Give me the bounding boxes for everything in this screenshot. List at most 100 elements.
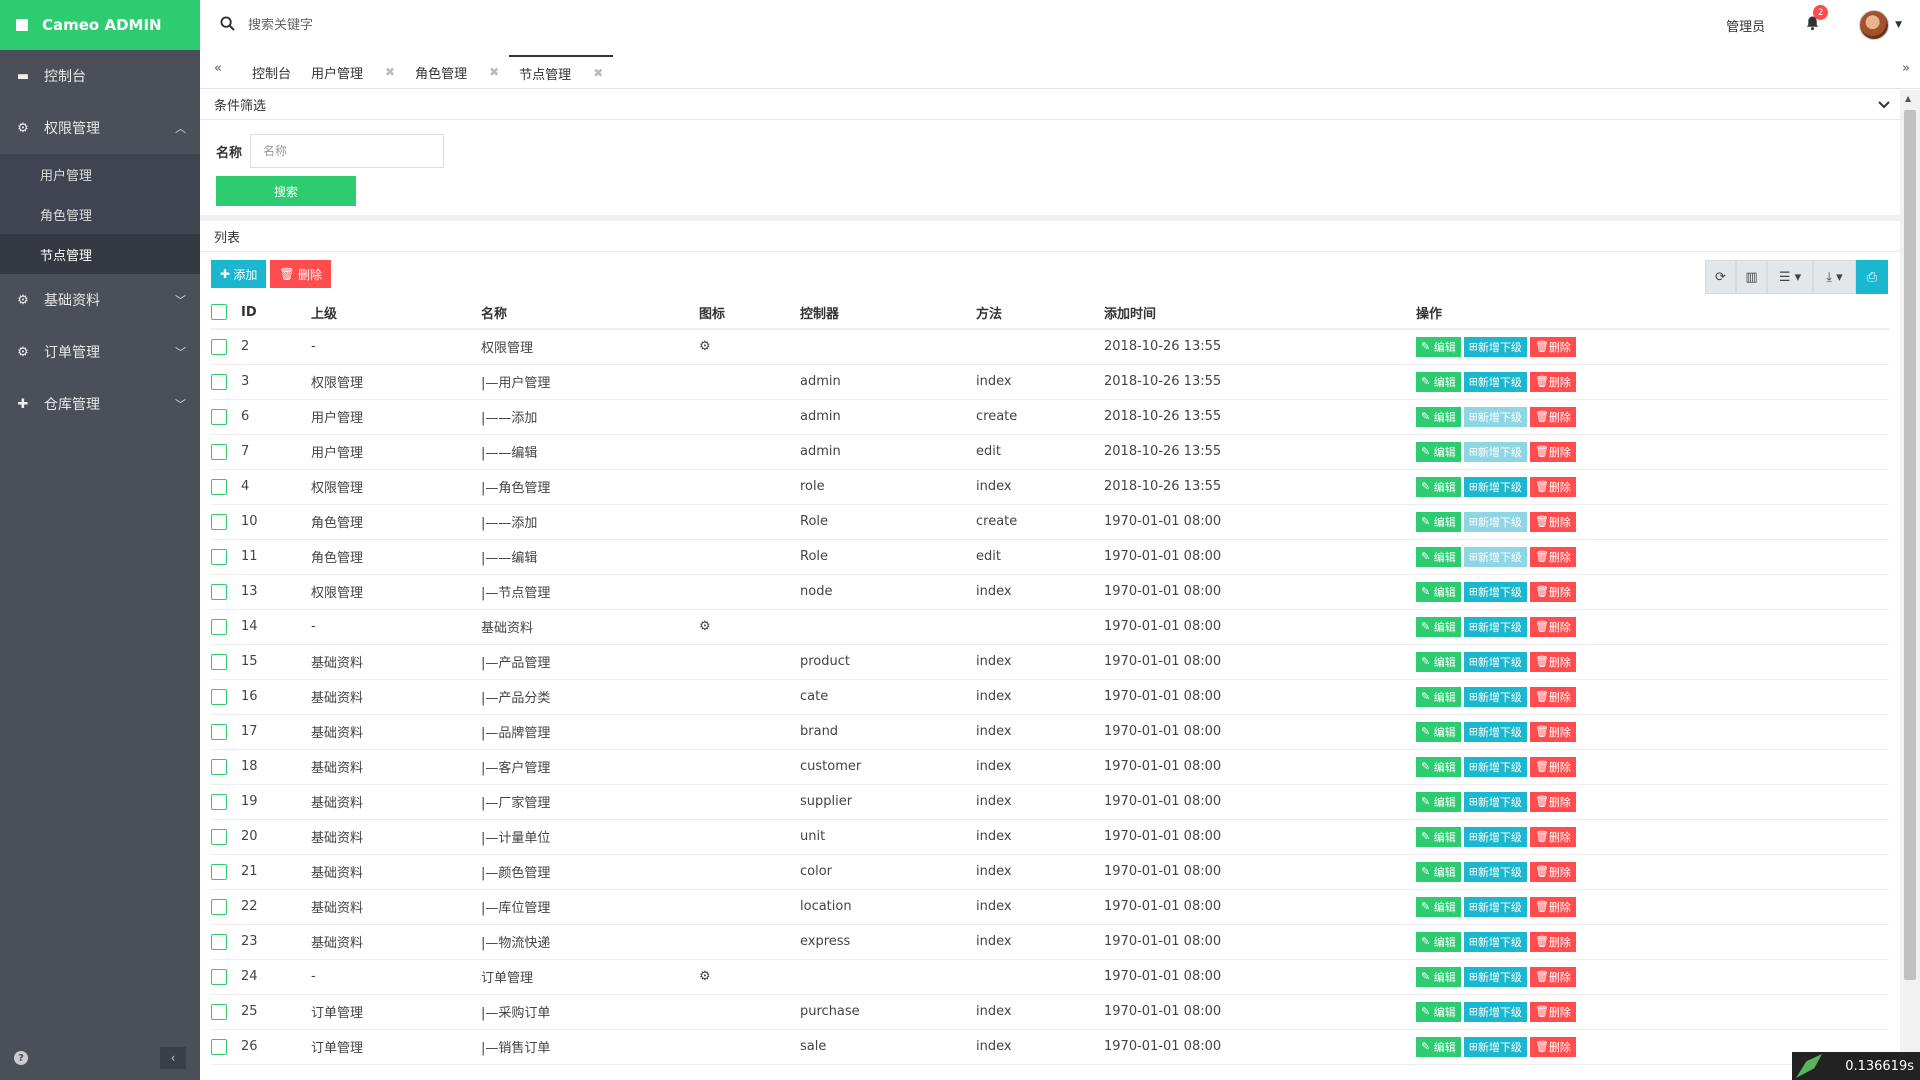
add-child-button[interactable]: ⊞ 新增下级 — [1463, 966, 1527, 987]
row-checkbox[interactable] — [211, 478, 227, 495]
add-child-button[interactable]: ⊞ 新增下级 — [1463, 651, 1527, 672]
close-icon[interactable]: ✖ — [593, 66, 603, 80]
tab-dashboard[interactable]: 控制台 — [242, 55, 301, 89]
row-checkbox[interactable] — [211, 1003, 227, 1020]
edit-button[interactable]: ✎ 编辑 — [1416, 896, 1461, 917]
add-child-button[interactable]: ⊞ 新增下级 — [1463, 406, 1527, 427]
edit-button[interactable]: ✎ 编辑 — [1416, 1001, 1461, 1022]
tab-scroll-left-icon[interactable]: « — [214, 61, 222, 76]
row-checkbox[interactable] — [211, 653, 227, 670]
table-row[interactable]: 11 角色管理 |——编辑 Role edit 1970-01-01 08:00 ✎ 编辑 ⊞… — [211, 539, 1889, 575]
delete-row-button[interactable]: 🗑 删除 — [1529, 336, 1576, 357]
columns-toggle-icon[interactable]: ▥ — [1736, 260, 1767, 294]
table-row[interactable]: 25 订单管理 |—采购订单 purchase index 1970-01-01 08:0… — [211, 994, 1889, 1030]
edit-button[interactable]: ✎ 编辑 — [1416, 406, 1461, 427]
table-row[interactable]: 13 权限管理 |—节点管理 node index 1970-01-01 08:00 ✎ 编… — [211, 574, 1889, 610]
edit-button[interactable]: ✎ 编辑 — [1416, 581, 1461, 602]
row-checkbox[interactable] — [211, 548, 227, 565]
edit-button[interactable]: ✎ 编辑 — [1416, 616, 1461, 637]
column-header[interactable]: 名称 — [481, 296, 699, 330]
row-checkbox[interactable] — [211, 443, 227, 460]
help-icon[interactable]: ? — [14, 1051, 28, 1065]
add-child-button[interactable]: ⊞ 新增下级 — [1463, 371, 1527, 392]
add-child-button[interactable]: ⊞ 新增下级 — [1463, 1001, 1527, 1022]
table-row[interactable]: 26 订单管理 |—销售订单 sale index 1970-01-01 08:00 ✎ 编… — [211, 1029, 1889, 1065]
delete-row-button[interactable]: 🗑 删除 — [1529, 1001, 1576, 1022]
sidebar-item-roles[interactable]: 角色管理 — [0, 194, 200, 234]
sidebar-item-orders[interactable]: ⚙ 订单管理 ﹀ — [0, 326, 200, 378]
edit-button[interactable]: ✎ 编辑 — [1416, 546, 1461, 567]
edit-button[interactable]: ✎ 编辑 — [1416, 966, 1461, 987]
row-checkbox[interactable] — [211, 618, 227, 635]
row-checkbox[interactable] — [211, 898, 227, 915]
scroll-up-arrow-icon[interactable]: ▲ — [1905, 94, 1911, 103]
column-header[interactable]: 方法 — [976, 296, 1104, 330]
tab-nodes[interactable]: 节点管理 ✖ — [509, 55, 614, 89]
row-checkbox[interactable] — [211, 338, 227, 355]
add-child-button[interactable]: ⊞ 新增下级 — [1463, 721, 1527, 742]
add-child-button[interactable]: ⊞ 新增下级 — [1463, 861, 1527, 882]
column-header[interactable]: 上级 — [311, 296, 481, 330]
edit-button[interactable]: ✎ 编辑 — [1416, 1036, 1461, 1057]
add-child-button[interactable]: ⊞ 新增下级 — [1463, 476, 1527, 497]
scrollbar-thumb[interactable] — [1904, 110, 1916, 980]
add-child-button[interactable]: ⊞ 新增下级 — [1463, 581, 1527, 602]
select-all-checkbox[interactable] — [211, 304, 227, 320]
add-child-button[interactable]: ⊞ 新增下级 — [1463, 931, 1527, 952]
row-checkbox[interactable] — [211, 933, 227, 950]
table-row[interactable]: 15 基础资料 |—产品管理 product index 1970-01-01 08:00… — [211, 644, 1889, 680]
delete-row-button[interactable]: 🗑 删除 — [1529, 406, 1576, 427]
add-child-button[interactable]: ⊞ 新增下级 — [1463, 616, 1527, 637]
name-field[interactable] — [250, 134, 445, 168]
close-icon[interactable]: ✖ — [489, 65, 499, 79]
table-row[interactable]: 16 基础资料 |—产品分类 cate index 1970-01-01 08:00 ✎ 编… — [211, 679, 1889, 715]
delete-row-button[interactable]: 🗑 删除 — [1529, 581, 1576, 602]
debug-timer[interactable]: 0.136619s — [1792, 1052, 1920, 1080]
delete-row-button[interactable]: 🗑 删除 — [1529, 931, 1576, 952]
add-child-button[interactable]: ⊞ 新增下级 — [1463, 511, 1527, 532]
row-checkbox[interactable] — [211, 583, 227, 600]
table-row[interactable]: 2- 权限管理 ⚙ 2018-10-26 13:55 ✎ 编辑 ⊞ 新增下级 🗑 删除 — [211, 329, 1889, 365]
table-row[interactable]: 21 基础资料 |—颜色管理 color index 1970-01-01 08:00 ✎ … — [211, 854, 1889, 890]
edit-button[interactable]: ✎ 编辑 — [1416, 686, 1461, 707]
delete-row-button[interactable]: 🗑 删除 — [1529, 686, 1576, 707]
column-header[interactable]: 控制器 — [800, 296, 976, 330]
add-child-button[interactable]: ⊞ 新增下级 — [1463, 791, 1527, 812]
delete-row-button[interactable]: 🗑 删除 — [1529, 721, 1576, 742]
edit-button[interactable]: ✎ 编辑 — [1416, 931, 1461, 952]
bulk-delete-button[interactable]: 🗑 删除 — [270, 260, 331, 288]
row-checkbox[interactable] — [211, 688, 227, 705]
sidebar-collapse-button[interactable]: ‹ — [160, 1047, 186, 1069]
add-child-button[interactable]: ⊞ 新增下级 — [1463, 546, 1527, 567]
edit-button[interactable]: ✎ 编辑 — [1416, 651, 1461, 672]
row-checkbox[interactable] — [211, 863, 227, 880]
table-row[interactable]: 22 基础资料 |—库位管理 location index 1970-01-01 08:0… — [211, 889, 1889, 925]
table-row[interactable]: 10 角色管理 |——添加 Role create 1970-01-01 08:00 ✎ 编… — [211, 504, 1889, 540]
edit-button[interactable]: ✎ 编辑 — [1416, 756, 1461, 777]
delete-row-button[interactable]: 🗑 删除 — [1529, 476, 1576, 497]
row-checkbox[interactable] — [211, 828, 227, 845]
table-row[interactable]: 24- 订单管理 ⚙ 1970-01-01 08:00 ✎ 编辑 ⊞ 新增下级 🗑 删除 — [211, 959, 1889, 995]
row-checkbox[interactable] — [211, 723, 227, 740]
export-icon[interactable]: ⤓ ▾ — [1813, 260, 1856, 294]
table-row[interactable]: 23 基础资料 |—物流快递 express index 1970-01-01 08:00… — [211, 924, 1889, 960]
table-row[interactable]: 17 基础资料 |—品牌管理 brand index 1970-01-01 08:00 ✎ … — [211, 714, 1889, 750]
table-row[interactable]: 4 权限管理 |—角色管理 role index 2018-10-26 13:55 ✎ 编辑… — [211, 469, 1889, 505]
page-scrollbar[interactable]: ▲ — [1900, 90, 1920, 1080]
delete-row-button[interactable]: 🗑 删除 — [1529, 651, 1576, 672]
add-child-button[interactable]: ⊞ 新增下级 — [1463, 826, 1527, 847]
search-button[interactable]: 搜索 — [216, 176, 356, 206]
table-row[interactable]: 3 权限管理 |—用户管理 admin index 2018-10-26 13:55 ✎ 编… — [211, 364, 1889, 400]
edit-button[interactable]: ✎ 编辑 — [1416, 721, 1461, 742]
search-input[interactable] — [248, 17, 548, 33]
avatar[interactable] — [1859, 10, 1890, 40]
table-row[interactable]: 7 用户管理 |——编辑 admin edit 2018-10-26 13:55 ✎ 编辑 ⊞… — [211, 434, 1889, 470]
filter-panel-header[interactable]: 条件筛选 — [200, 90, 1900, 120]
tab-roles[interactable]: 角色管理 ✖ — [405, 55, 509, 89]
delete-row-button[interactable]: 🗑 删除 — [1529, 966, 1576, 987]
row-checkbox[interactable] — [211, 758, 227, 775]
edit-button[interactable]: ✎ 编辑 — [1416, 441, 1461, 462]
caret-down-icon[interactable]: ▼ — [1895, 20, 1902, 30]
add-child-button[interactable]: ⊞ 新增下级 — [1463, 686, 1527, 707]
delete-row-button[interactable]: 🗑 删除 — [1529, 861, 1576, 882]
